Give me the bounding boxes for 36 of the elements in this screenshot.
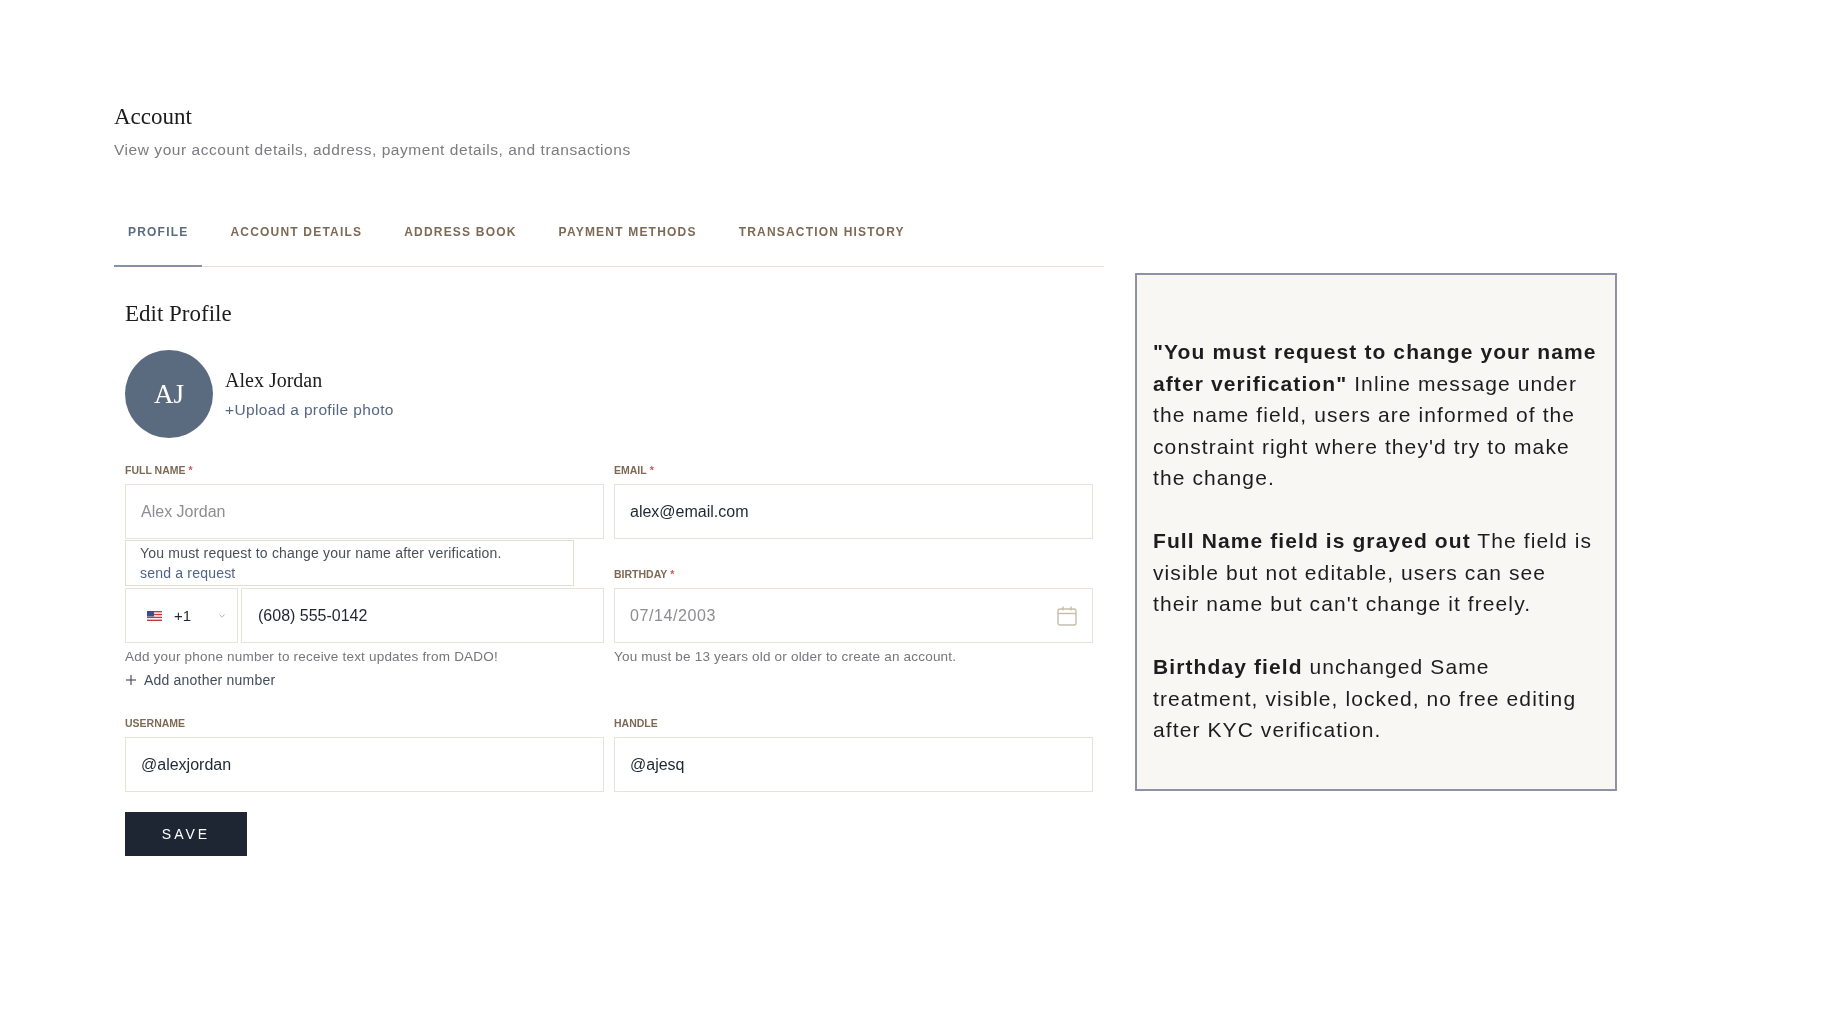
section-title: Edit Profile	[125, 300, 232, 328]
helper-text: You must be 13 years old or older to create an account.	[614, 649, 958, 665]
add-number-link[interactable]: Add another number	[125, 672, 276, 688]
name-change-tooltip: You must request to change your name after verification. send a request	[125, 540, 574, 586]
field-label: BIRTHDAY	[614, 568, 668, 581]
country-code-select[interactable]: +1	[125, 588, 238, 643]
caret-icon	[219, 613, 225, 618]
calendar-icon	[1057, 605, 1077, 626]
input-field[interactable]: alex@email.com	[614, 484, 1093, 539]
tab[interactable]: ADDRESS BOOK	[390, 209, 531, 267]
plus-icon	[126, 675, 136, 685]
page-title: Account	[114, 103, 192, 131]
input-field[interactable]: @alexjordan	[125, 737, 604, 792]
phone-number-field[interactable]: (608) 555-0142	[241, 588, 604, 643]
page-subtitle: View your account details, address, payment details, and transactions	[114, 140, 631, 160]
annotation-text: Full Name field is grayed out The field is visible but not editable, users can see their name but can't change it freely.	[1153, 528, 1594, 617]
input-field[interactable]: @ajesq	[614, 737, 1093, 792]
annotation-text: "You must request to change your name after verification" Inline message under the name field, users are informed of the constraint right where they'd try to make the change.	[1153, 339, 1598, 491]
field-label: HANDLE	[614, 717, 658, 730]
tab[interactable]: ACCOUNT DETAILS	[216, 209, 377, 267]
upload-photo-link[interactable]: +Upload a profile photo	[225, 400, 394, 420]
profile-name: Alex Jordan	[225, 368, 323, 392]
field-label: FULL NAME	[125, 464, 186, 477]
field-label: EMAIL	[614, 464, 647, 477]
avatar: AJ	[125, 350, 213, 438]
save-button[interactable]: SAVE	[125, 812, 247, 856]
tab[interactable]: PAYMENT METHODS	[544, 209, 711, 267]
tab[interactable]: TRANSACTION HISTORY	[724, 209, 919, 267]
required-asterisk: *	[649, 464, 654, 477]
tab[interactable]: PROFILE	[114, 209, 203, 267]
flag-icon	[147, 610, 162, 621]
field-label: USERNAME	[125, 717, 186, 730]
annotation-text: Birthday field unchanged Same treatment, visible, locked, no free editing after KYC verification.	[1153, 654, 1578, 743]
required-asterisk: *	[188, 464, 193, 477]
required-asterisk: *	[670, 568, 675, 581]
helper-text: Add your phone number to receive text updates from DADO!	[125, 649, 499, 665]
